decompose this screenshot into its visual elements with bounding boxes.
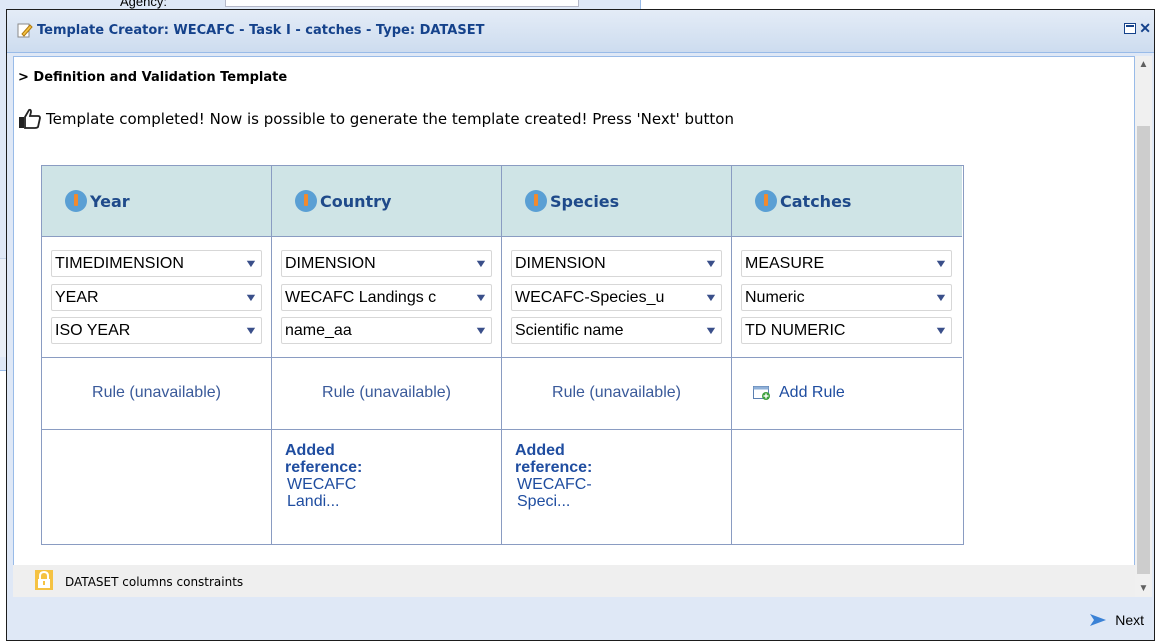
chevron-down-icon: ▼ <box>243 325 259 337</box>
dialog-footer: Next <box>7 600 1154 640</box>
column-name: Country <box>320 191 392 211</box>
next-button[interactable]: Next <box>1089 612 1144 628</box>
chevron-down-icon: ▼ <box>933 258 949 270</box>
chevron-down-icon: ▼ <box>703 292 719 304</box>
dialog-body: > Definition and Validation Template Tem… <box>13 56 1135 597</box>
reference-value: WECAFC Landi... <box>287 476 357 510</box>
column-type-select[interactable]: TIMEDIMENSION ▼ <box>51 250 262 277</box>
thumbs-up-icon <box>19 108 41 129</box>
dialog-title: Template Creator: WECAFC - Task I - catc… <box>37 23 485 38</box>
chevron-down-icon: ▼ <box>243 292 259 304</box>
template-creator-dialog: Template Creator: WECAFC - Task I - catc… <box>6 9 1155 641</box>
column-type-select[interactable]: DIMENSION ▼ <box>511 250 722 277</box>
rule-unavailable: Rule (unavailable) <box>552 384 681 401</box>
next-label: Next <box>1115 612 1144 628</box>
scroll-down-icon[interactable]: ▼ <box>1135 580 1152 597</box>
column-header: Species <box>502 166 731 237</box>
column-datatype-select[interactable]: WECAFC Landings c ▼ <box>281 284 492 311</box>
column-catches: Catches MEASURE▼ Numeric▼ TD NUMERIC▼ <box>732 166 962 544</box>
column-type-icon <box>295 190 317 212</box>
column-format-select[interactable]: ISO YEAR ▼ <box>51 317 262 344</box>
scroll-up-icon[interactable]: ▲ <box>1135 56 1152 73</box>
constraints-bar[interactable]: DATASET columns constraints <box>13 565 1135 597</box>
rule-cell: Rule (unavailable) <box>272 357 501 430</box>
reference-cell: Added reference: WECAFC Landi... <box>272 429 501 544</box>
column-name: Catches <box>780 191 852 211</box>
column-type-select[interactable]: DIMENSION ▼ <box>281 250 492 277</box>
vertical-scrollbar[interactable]: ▲ ▼ <box>1135 56 1152 597</box>
chevron-down-icon: ▼ <box>473 258 489 270</box>
scroll-thumb[interactable] <box>1137 126 1150 574</box>
chevron-down-icon: ▼ <box>473 325 489 337</box>
column-type-icon <box>525 190 547 212</box>
reference-value: WECAFC-Speci... <box>517 476 592 510</box>
constraints-label: DATASET columns constraints <box>65 575 244 589</box>
rule-cell: Add Rule <box>732 357 962 430</box>
reference-cell <box>42 429 271 544</box>
column-format-select[interactable]: TD NUMERIC ▼ <box>741 317 952 344</box>
reference-cell: Added reference: WECAFC-Speci... <box>502 429 731 544</box>
column-name: Year <box>90 191 130 211</box>
add-rule-label: Add Rule <box>779 384 845 401</box>
added-reference[interactable]: Added reference: WECAFC-Speci... <box>515 442 605 510</box>
rule-cell: Rule (unavailable) <box>42 357 271 430</box>
chevron-down-icon: ▼ <box>703 325 719 337</box>
column-name: Species <box>550 191 620 211</box>
added-reference[interactable]: Added reference: WECAFC Landi... <box>285 442 377 510</box>
next-arrow-icon <box>1090 614 1107 626</box>
lock-icon <box>35 570 53 590</box>
reference-label: Added reference: <box>285 442 363 476</box>
column-type-icon <box>65 190 87 212</box>
status-message: Template completed! Now is possible to g… <box>46 110 734 128</box>
chevron-down-icon: ▼ <box>933 325 949 337</box>
reference-label: Added reference: <box>515 442 593 476</box>
rule-cell: Rule (unavailable) <box>502 357 731 430</box>
close-icon[interactable]: ✕ <box>1139 21 1151 35</box>
rule-unavailable: Rule (unavailable) <box>322 384 451 401</box>
section-title: > Definition and Validation Template <box>18 70 288 85</box>
background-field-label: Agency: <box>120 0 167 9</box>
column-header: Catches <box>732 166 962 237</box>
chevron-down-icon: ▼ <box>243 258 259 270</box>
rule-unavailable: Rule (unavailable) <box>92 384 221 401</box>
background-input-field[interactable] <box>225 0 579 7</box>
reference-cell <box>732 429 962 544</box>
maximize-icon[interactable] <box>1124 23 1136 34</box>
add-rule-button[interactable]: Add Rule <box>753 384 845 402</box>
column-datatype-select[interactable]: YEAR ▼ <box>51 284 262 311</box>
chevron-down-icon: ▼ <box>703 258 719 270</box>
column-species: Species DIMENSION ▼ WECAFC-Species_u ▼ Sci… <box>502 166 732 544</box>
chevron-down-icon: ▼ <box>933 292 949 304</box>
dialog-titlebar[interactable]: Template Creator: WECAFC - Task I - catc… <box>7 10 1154 53</box>
column-datatype-select[interactable]: WECAFC-Species_u ▼ <box>511 284 722 311</box>
column-format-select[interactable]: Scientific name ▼ <box>511 317 722 344</box>
column-year: Year TIMEDIMENSION ▼ YEAR ▼ ISO YEAR ▼ Rule… <box>42 166 272 544</box>
column-type-icon <box>755 190 777 212</box>
add-rule-icon <box>753 386 770 400</box>
column-format-select[interactable]: name_aa ▼ <box>281 317 492 344</box>
template-columns-grid: Year TIMEDIMENSION ▼ YEAR ▼ ISO YEAR ▼ Rule… <box>41 165 964 545</box>
column-type-select[interactable]: MEASURE ▼ <box>741 250 952 277</box>
column-header: Country <box>272 166 501 237</box>
column-country: Country DIMENSION ▼ WECAFC Landings c ▼ na… <box>272 166 502 544</box>
edit-template-icon <box>17 23 33 38</box>
column-header: Year <box>42 166 271 237</box>
status-row: Template completed! Now is possible to g… <box>18 107 734 131</box>
chevron-down-icon: ▼ <box>473 292 489 304</box>
column-datatype-select[interactable]: Numeric ▼ <box>741 284 952 311</box>
